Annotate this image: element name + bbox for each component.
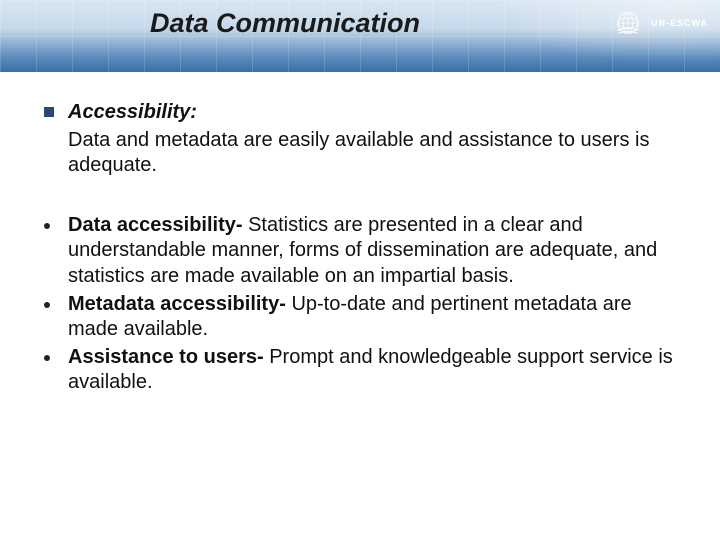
point-term: Metadata accessibility- — [68, 293, 291, 315]
point-term: Data accessibility- — [68, 214, 248, 236]
intro-heading-row: Accessibility: — [44, 100, 676, 126]
list-item: Metadata accessibility- Up-to-date and p… — [44, 292, 676, 343]
slide-body: Accessibility: Data and metadata are eas… — [0, 72, 720, 396]
dot-bullet-icon — [44, 223, 50, 229]
point-term: Assistance to users- — [68, 346, 269, 368]
point-text: Assistance to users- Prompt and knowledg… — [68, 345, 676, 396]
dot-bullet-icon — [44, 302, 50, 308]
intro-text-row: Data and metadata are easily available a… — [44, 128, 676, 179]
slide-header: Data Communication UN-ESCWA — [0, 0, 720, 72]
point-text: Metadata accessibility- Up-to-date and p… — [68, 292, 676, 343]
intro-text: Data and metadata are easily available a… — [68, 128, 676, 179]
list-item: Data accessibility- Statistics are prese… — [44, 213, 676, 290]
intro-heading: Accessibility: — [68, 100, 676, 126]
dot-bullet-icon — [44, 355, 50, 361]
un-emblem-icon — [611, 6, 645, 40]
slide: Data Communication UN-ESCWA Accessibili — [0, 0, 720, 540]
list-item: Assistance to users- Prompt and knowledg… — [44, 345, 676, 396]
org-logo: UN-ESCWA — [611, 6, 708, 40]
square-bullet-icon — [44, 107, 54, 117]
point-text: Data accessibility- Statistics are prese… — [68, 213, 676, 290]
org-acronym: UN-ESCWA — [651, 18, 708, 28]
points-list: Data accessibility- Statistics are prese… — [44, 213, 676, 396]
slide-title: Data Communication — [150, 8, 420, 39]
intro-block: Accessibility: Data and metadata are eas… — [44, 100, 676, 179]
